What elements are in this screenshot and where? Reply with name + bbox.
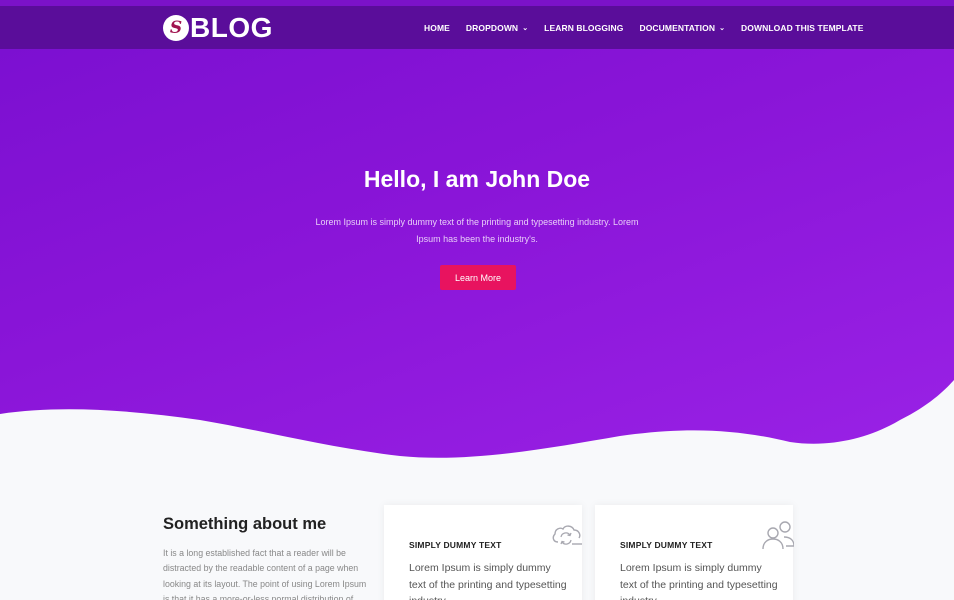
card-title: SIMPLY DUMMY TEXT (409, 540, 502, 550)
feature-card: SIMPLY DUMMY TEXT Lorem Ipsum is simply … (384, 505, 582, 600)
cloud-sync-icon (552, 525, 582, 545)
users-icon (762, 521, 794, 550)
card-title: SIMPLY DUMMY TEXT (620, 540, 713, 550)
feature-card: SIMPLY DUMMY TEXT Lorem Ipsum is simply … (595, 505, 794, 600)
hero-text: Lorem Ipsum is simply dummy text of the … (315, 217, 639, 244)
nav-dropdown[interactable]: DROPDOWN ⌄ (466, 23, 528, 33)
nav-dropdown-label: DROPDOWN (465, 22, 519, 33)
chevron-down-icon: ⌄ (522, 24, 529, 32)
about-text: It is a long established fact that a rea… (163, 548, 367, 600)
learn-more-button[interactable]: Learn More (440, 265, 516, 290)
site-logo[interactable]: S BLOG (163, 14, 273, 42)
nav-home[interactable]: HOME (424, 23, 450, 33)
nav-documentation-label: DOCUMENTATION (639, 22, 716, 33)
nav-download-template[interactable]: DOWNLOAD THIS TEMPLATE (741, 23, 863, 33)
logo-mark: S (163, 15, 189, 41)
about-title: Something about me (163, 515, 327, 533)
card-text: Lorem Ipsum is simply dummy text of the … (620, 562, 778, 600)
card-text: Lorem Ipsum is simply dummy text of the … (409, 562, 567, 600)
navbar: S BLOG HOME DROPDOWN ⌄ LEARN BLOGGING DO… (0, 6, 954, 49)
hero-section: S BLOG HOME DROPDOWN ⌄ LEARN BLOGGING DO… (0, 0, 954, 470)
logo-text: BLOG (190, 12, 273, 43)
nav-learn-blogging[interactable]: LEARN BLOGGING (544, 23, 623, 33)
main-nav: HOME DROPDOWN ⌄ LEARN BLOGGING DOCUMENTA… (424, 6, 864, 49)
chevron-down-icon: ⌄ (719, 24, 726, 32)
hero-title: Hello, I am John Doe (363, 166, 591, 192)
logo-mark-letter: S (169, 17, 183, 38)
nav-documentation[interactable]: DOCUMENTATION ⌄ (639, 23, 725, 33)
